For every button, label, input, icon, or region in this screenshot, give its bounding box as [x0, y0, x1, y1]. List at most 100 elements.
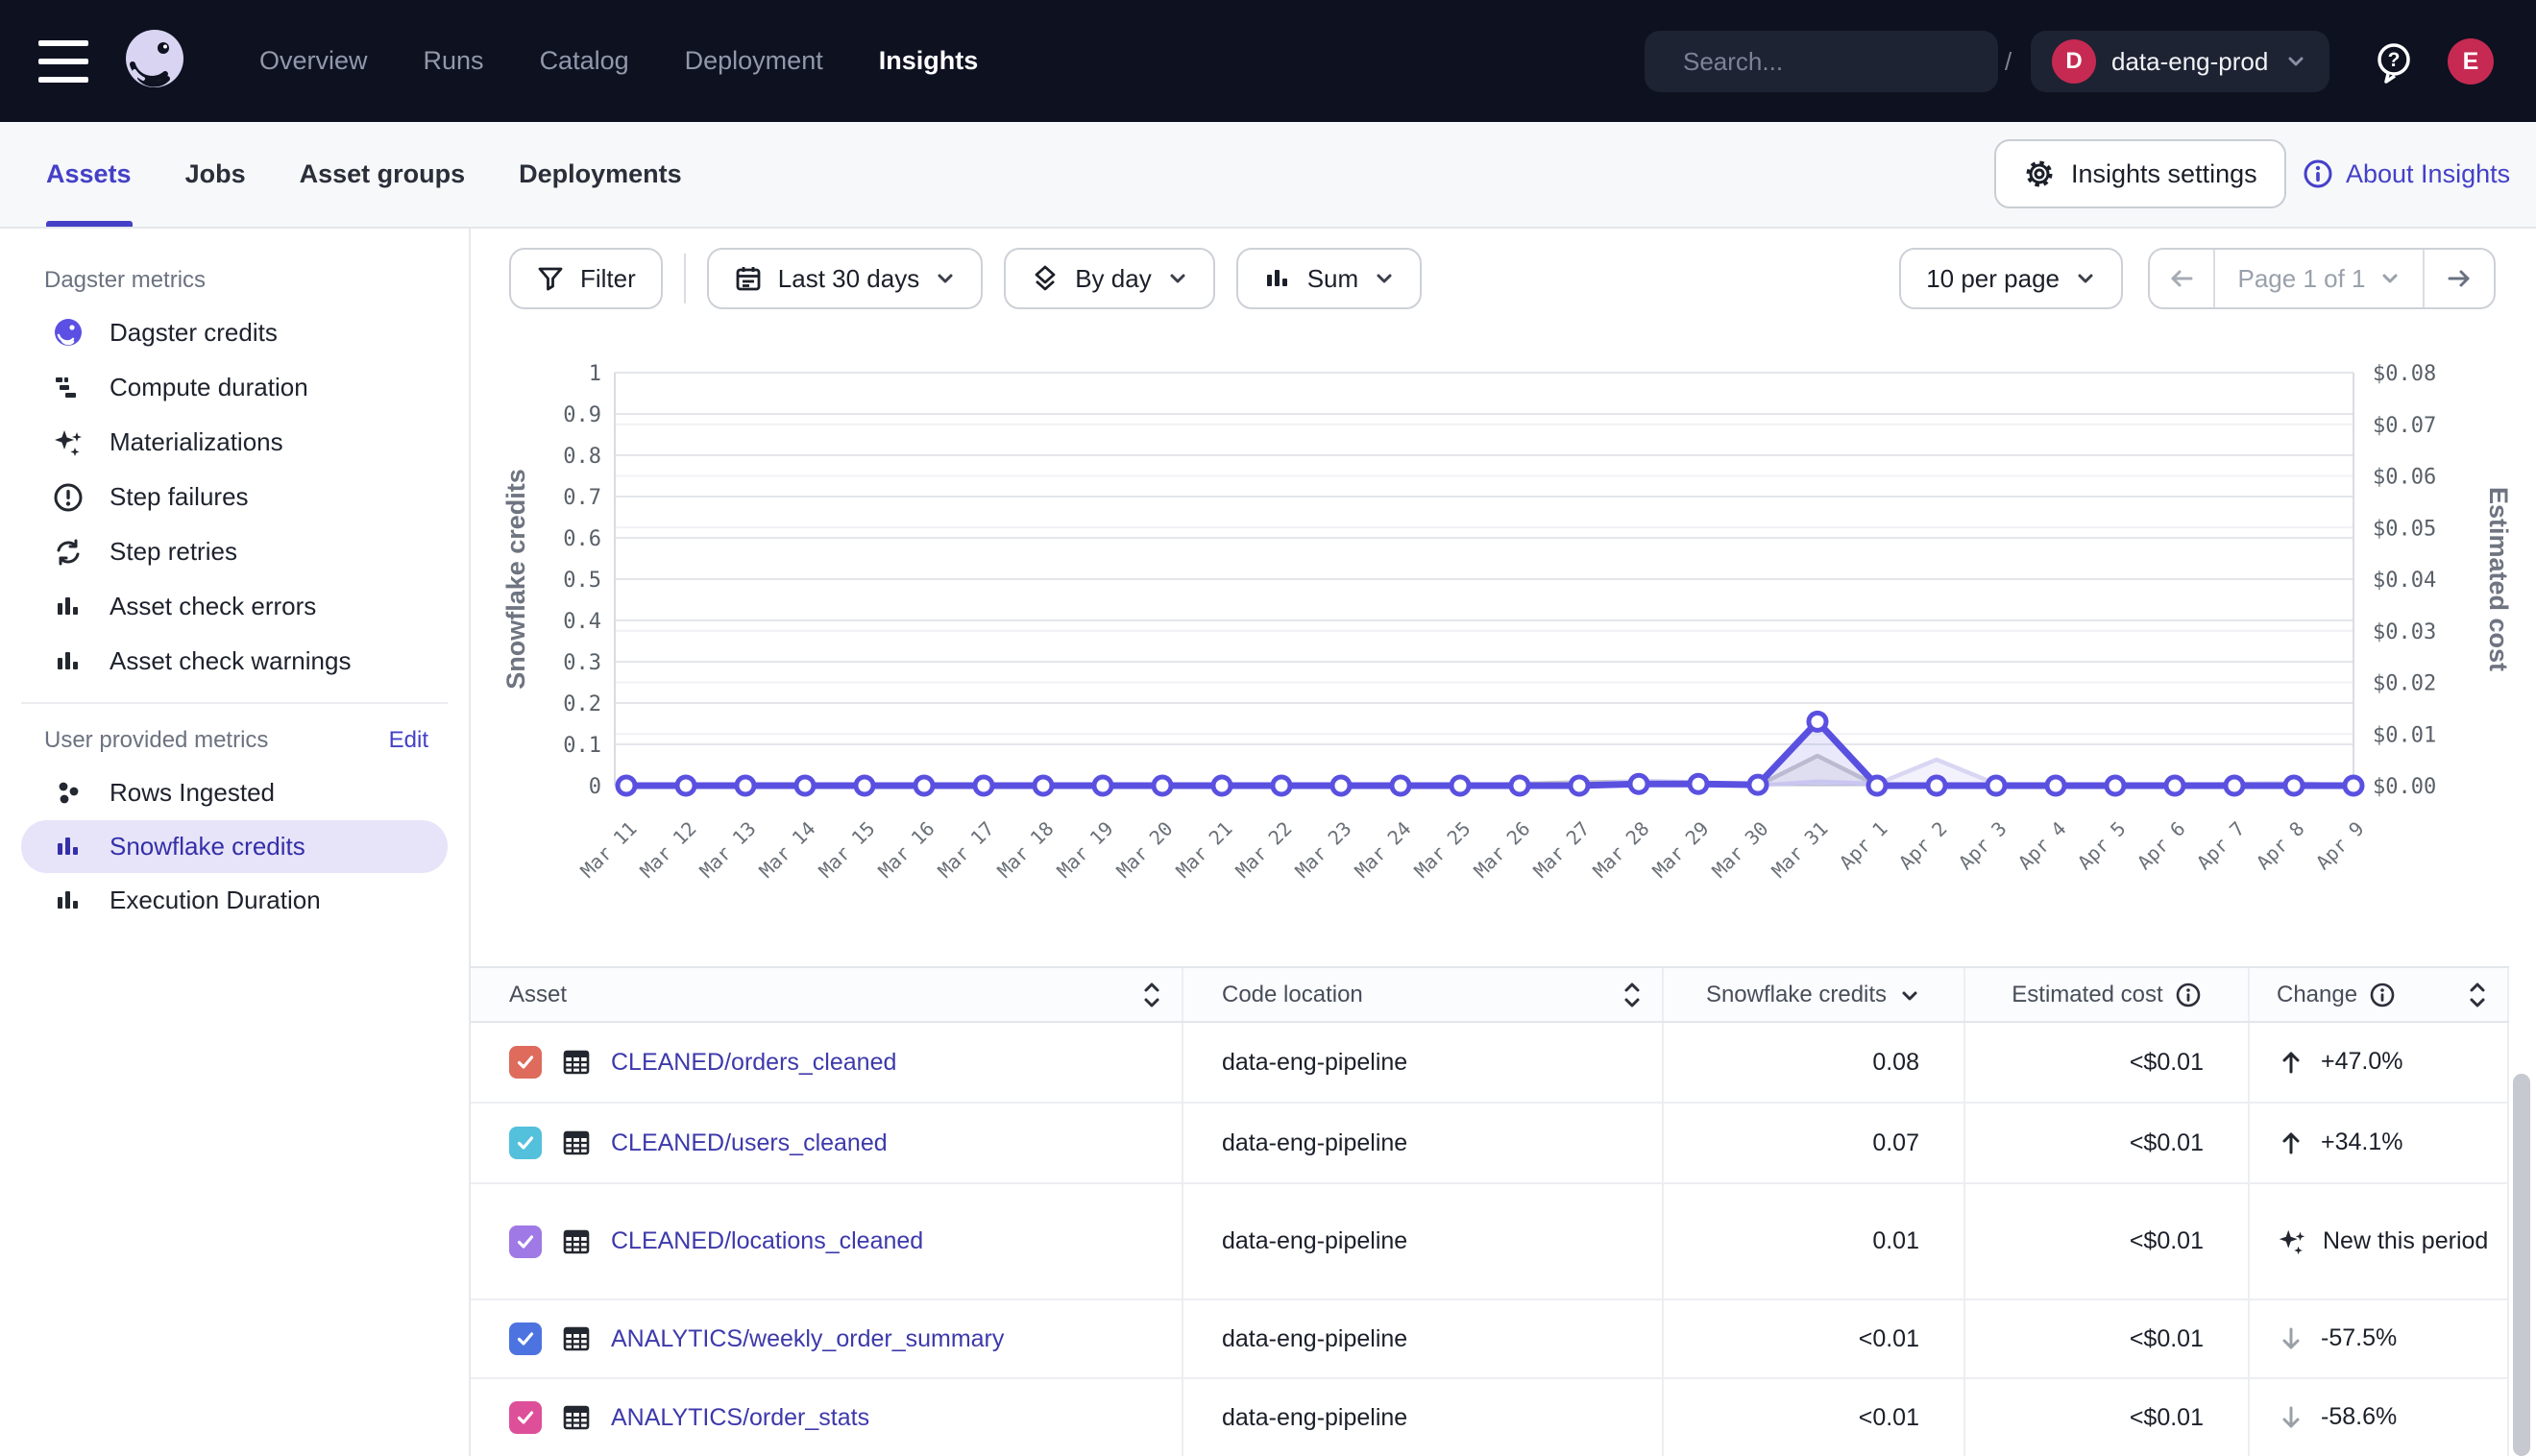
- svg-text:Mar 30: Mar 30: [1707, 817, 1772, 883]
- asset-link[interactable]: CLEANED/users_cleaned: [611, 1129, 888, 1157]
- sidebar-item-label: Materializations: [110, 427, 283, 457]
- scrollbar-thumb[interactable]: [2513, 1074, 2530, 1456]
- tab-jobs[interactable]: Jobs: [185, 159, 246, 189]
- hamburger-menu-icon[interactable]: [38, 40, 92, 83]
- table-header-row: Asset Code location Snowflake credits: [471, 968, 2509, 1023]
- per-page-dropdown[interactable]: 10 per page: [1899, 248, 2123, 309]
- svg-text:Estimated cost: Estimated cost: [2484, 487, 2513, 671]
- svg-text:Apr 4: Apr 4: [2013, 817, 2071, 875]
- sidebar-item-asset-check-warnings[interactable]: Asset check warnings: [0, 634, 469, 689]
- svg-text:Mar 12: Mar 12: [635, 817, 700, 883]
- column-header-change[interactable]: Change: [2250, 968, 2509, 1021]
- filter-icon: [536, 264, 565, 293]
- svg-text:Mar 20: Mar 20: [1111, 817, 1177, 883]
- row-checkbox[interactable]: [509, 1046, 542, 1079]
- next-page-button[interactable]: [2423, 250, 2494, 307]
- asset-link[interactable]: CLEANED/orders_cleaned: [611, 1049, 896, 1077]
- insights-settings-button[interactable]: Insights settings: [1994, 139, 2286, 208]
- svg-text:Mar 26: Mar 26: [1469, 817, 1534, 883]
- search-input[interactable]: [1683, 47, 2005, 77]
- workspace-switcher[interactable]: D data-eng-prod: [2031, 31, 2329, 92]
- table-row: ANALYTICS/weekly_order_summary data-eng-…: [471, 1300, 2509, 1379]
- aggregation-dropdown[interactable]: Sum: [1236, 248, 1422, 309]
- page-indicator-dropdown[interactable]: Page 1 of 1: [2215, 250, 2423, 307]
- column-header-asset[interactable]: Asset: [471, 968, 1183, 1021]
- bar-chart-icon: [50, 590, 86, 624]
- code-location-cell: data-eng-pipeline: [1183, 1379, 1664, 1456]
- info-icon[interactable]: [2175, 982, 2202, 1008]
- nav-item-deployment[interactable]: Deployment: [685, 46, 823, 76]
- check-icon: [515, 1407, 536, 1428]
- svg-text:Apr 2: Apr 2: [1894, 817, 1952, 875]
- column-header-estimated-cost[interactable]: Estimated cost: [1965, 968, 2250, 1021]
- sidebar-item-execution-duration[interactable]: Execution Duration: [0, 873, 469, 928]
- svg-text:Mar 24: Mar 24: [1350, 817, 1415, 883]
- prev-page-button[interactable]: [2150, 250, 2215, 307]
- tab-asset-groups[interactable]: Asset groups: [300, 159, 466, 189]
- layers-icon: [1031, 264, 1060, 293]
- nav-item-overview[interactable]: Overview: [259, 46, 368, 76]
- bar-chart-icon: [50, 830, 86, 864]
- sidebar-item-dagster-credits[interactable]: Dagster credits: [0, 305, 469, 360]
- tab-deployments[interactable]: Deployments: [519, 159, 682, 189]
- sidebar-item-step-failures[interactable]: Step failures: [0, 470, 469, 524]
- asset-link[interactable]: ANALYTICS/order_stats: [611, 1404, 869, 1432]
- sparkle-icon: [2277, 1226, 2307, 1257]
- dagster-logo-icon[interactable]: [119, 26, 190, 97]
- search-shortcut-hint: /: [2005, 47, 2012, 77]
- row-checkbox[interactable]: [509, 1323, 542, 1355]
- svg-text:Mar 27: Mar 27: [1528, 817, 1594, 883]
- edit-metrics-link[interactable]: Edit: [389, 727, 428, 754]
- svg-text:$0.02: $0.02: [2373, 672, 2436, 696]
- sort-icon[interactable]: [1620, 981, 1645, 1009]
- svg-text:0.9: 0.9: [563, 403, 601, 427]
- help-icon[interactable]: ?: [2369, 36, 2419, 86]
- sidebar-item-rows-ingested[interactable]: Rows Ingested: [0, 765, 469, 820]
- check-icon: [515, 1328, 536, 1349]
- sort-desc-icon[interactable]: [1898, 983, 1921, 1007]
- grouping-dropdown[interactable]: By day: [1004, 248, 1215, 309]
- info-icon[interactable]: [2369, 982, 2396, 1008]
- user-avatar[interactable]: E: [2448, 38, 2494, 85]
- bar-chart-icon: [50, 884, 86, 918]
- sidebar-item-label: Snowflake credits: [110, 832, 305, 861]
- sidebar-item-snowflake-credits[interactable]: Snowflake credits: [21, 820, 448, 873]
- column-header-snowflake-credits[interactable]: Snowflake credits: [1664, 968, 1965, 1021]
- main-nav-links: Overview Runs Catalog Deployment Insight…: [259, 46, 978, 76]
- global-search[interactable]: /: [1645, 31, 1998, 92]
- sidebar-item-label: Compute duration: [110, 373, 308, 402]
- user-metrics-section-title: User provided metrics Edit: [0, 716, 469, 765]
- tab-assets[interactable]: Assets: [46, 159, 132, 189]
- date-range-dropdown[interactable]: Last 30 days: [707, 248, 983, 309]
- info-icon: [2302, 158, 2334, 190]
- row-checkbox[interactable]: [509, 1401, 542, 1434]
- about-insights-link[interactable]: About Insights: [2302, 139, 2510, 208]
- asset-link[interactable]: ANALYTICS/weekly_order_summary: [611, 1325, 1004, 1353]
- filter-button[interactable]: Filter: [509, 248, 663, 309]
- sidebar-divider: [21, 702, 448, 704]
- row-checkbox[interactable]: [509, 1127, 542, 1159]
- sidebar-item-asset-check-errors[interactable]: Asset check errors: [0, 579, 469, 634]
- sidebar-item-compute-duration[interactable]: Compute duration: [0, 360, 469, 415]
- top-nav: Overview Runs Catalog Deployment Insight…: [0, 0, 2536, 122]
- sidebar-item-materializations[interactable]: Materializations: [0, 415, 469, 470]
- compute-duration-icon: [50, 371, 86, 405]
- nav-item-insights[interactable]: Insights: [879, 46, 979, 76]
- sort-icon[interactable]: [1139, 981, 1164, 1009]
- row-checkbox[interactable]: [509, 1225, 542, 1258]
- svg-text:$0.00: $0.00: [2373, 775, 2436, 799]
- svg-text:0.6: 0.6: [563, 527, 601, 551]
- change-cell: +47.0%: [2250, 1023, 2509, 1102]
- sidebar-item-step-retries[interactable]: Step retries: [0, 524, 469, 579]
- svg-text:Mar 22: Mar 22: [1231, 817, 1296, 883]
- calendar-icon: [734, 264, 763, 293]
- svg-text:0.5: 0.5: [563, 569, 601, 593]
- cost-cell: <$0.01: [1965, 1379, 2250, 1456]
- svg-text:0.8: 0.8: [563, 445, 601, 469]
- sort-icon[interactable]: [2465, 981, 2490, 1009]
- asset-link[interactable]: CLEANED/locations_cleaned: [611, 1227, 923, 1255]
- nav-item-catalog[interactable]: Catalog: [540, 46, 629, 76]
- column-header-code-location[interactable]: Code location: [1183, 968, 1664, 1021]
- dots-icon: [50, 776, 86, 811]
- nav-item-runs[interactable]: Runs: [424, 46, 484, 76]
